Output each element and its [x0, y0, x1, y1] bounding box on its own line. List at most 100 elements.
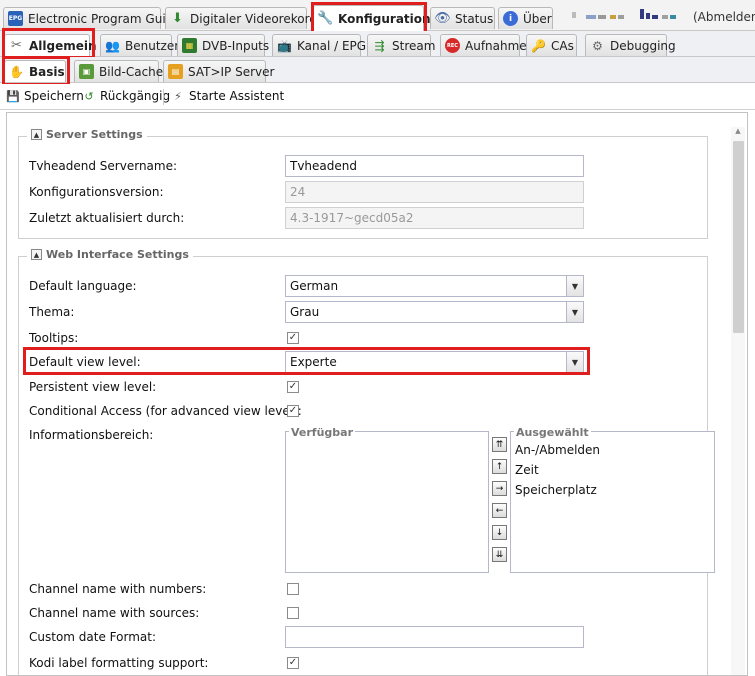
server-settings-fieldset: ▲ Server Settings Tvheadend Servername: …	[18, 128, 708, 239]
rec-icon: REC	[445, 38, 460, 53]
tab-dvr[interactable]: ⬇ Digitaler Videorekorder	[165, 7, 329, 29]
eye-icon: 👁	[434, 11, 451, 26]
viewlevel-label: Default view level:	[29, 355, 141, 369]
settings-panel: ▲ Server Settings Tvheadend Servername: …	[6, 112, 748, 676]
tools-icon: ✂	[11, 38, 22, 53]
undo-button[interactable]: ↺ Rückgängig	[82, 89, 170, 103]
move-down-button[interactable]: ↓	[492, 525, 507, 540]
save-label: Speichern	[24, 89, 84, 103]
tab-label: Bild-Cache	[99, 64, 164, 79]
dateformat-label: Custom date Format:	[29, 630, 156, 644]
configversion-field: 24	[285, 181, 584, 203]
tab-label: CAs	[551, 38, 574, 53]
hand-icon: ✋	[9, 64, 24, 79]
tab-satip[interactable]: ▤ SAT>IP Server	[163, 60, 274, 82]
dateformat-input[interactable]	[285, 626, 584, 648]
tab-benutzer[interactable]: 👥 Benutzer	[100, 34, 179, 56]
remove-left-button[interactable]: ←	[492, 503, 507, 518]
save-button[interactable]: 💾 Speichern	[6, 89, 84, 103]
tab-label: Stream	[392, 38, 436, 53]
tab-label: Debugging	[610, 38, 676, 53]
persistent-label: Persistent view level:	[29, 380, 157, 394]
main-tab-bar: EPG Electronic Program Guide ⬇ Digitaler…	[0, 0, 755, 31]
tab-allgemein[interactable]: ✂ Allgemein	[4, 34, 97, 56]
tab-stream[interactable]: ⇶ Stream	[367, 34, 435, 56]
theme-select[interactable]: Grau ▼	[285, 301, 584, 323]
list-item[interactable]: Speicherplatz	[515, 483, 597, 497]
add-right-button[interactable]: →	[492, 481, 507, 496]
logout-link[interactable]: (Abmelden)	[693, 10, 755, 24]
tab-ueber[interactable]: i Über	[498, 7, 553, 29]
download-icon: ⬇	[172, 11, 183, 26]
tab-konfiguration[interactable]: 🔧 Konfiguration	[313, 5, 431, 31]
updatedby-field: 4.3-1917~gecd05a2	[285, 207, 584, 229]
kodi-checkbox[interactable]: ✓	[287, 657, 299, 669]
move-up-button[interactable]: ↑	[492, 459, 507, 474]
configversion-label: Konfigurationsversion:	[29, 185, 164, 199]
kodi-label: Kodi label formatting support:	[29, 656, 209, 670]
stream-icon: ⇶	[374, 38, 385, 53]
tab-label: Electronic Program Guide	[28, 11, 181, 26]
move-top-button[interactable]: ⇈	[492, 437, 507, 452]
server-settings-legend[interactable]: ▲ Server Settings	[27, 128, 147, 141]
tab-epg[interactable]: EPG Electronic Program Guide	[3, 7, 181, 29]
chevron-down-icon[interactable]: ▼	[566, 302, 583, 322]
tab-label: DVB-Inputs	[202, 38, 270, 53]
scroll-up-icon[interactable]: ▲	[731, 127, 745, 139]
list-item[interactable]: An-/Abmelden	[515, 443, 600, 457]
wrench-icon: 🔧	[317, 11, 334, 26]
ca-label: Conditional Access (for advanced view le…	[29, 404, 302, 418]
tab-label: Über	[523, 11, 552, 26]
tab-label: Status	[455, 11, 494, 26]
chevron-down-icon[interactable]: ▼	[566, 352, 583, 372]
chnum-checkbox[interactable]	[287, 583, 299, 595]
tooltips-checkbox[interactable]: ✓	[287, 332, 299, 344]
web-settings-legend[interactable]: ▲ Web Interface Settings	[27, 248, 193, 261]
language-select[interactable]: German ▼	[285, 275, 584, 297]
tab-bild-cache[interactable]: ▣ Bild-Cache	[74, 60, 163, 82]
chsrc-checkbox[interactable]	[287, 607, 299, 619]
tab-status[interactable]: 👁 Status	[430, 7, 495, 29]
chevron-down-icon[interactable]: ▼	[566, 276, 583, 296]
wizard-button[interactable]: ⚡ Starte Assistent	[171, 89, 284, 103]
tab-aufnahme[interactable]: REC Aufnahme	[440, 34, 527, 56]
tab-label: Digitaler Videorekorder	[190, 11, 330, 26]
satip-icon: ▤	[168, 64, 183, 79]
info-area-label: Informationsbereich:	[29, 428, 154, 442]
progress-bars	[572, 9, 680, 23]
tab-cas[interactable]: 🔑 CAs	[526, 34, 577, 56]
tab-debugging[interactable]: ⚙ Debugging	[585, 34, 676, 56]
key-icon: 🔑	[531, 38, 546, 53]
undo-icon: ↺	[84, 89, 94, 103]
sub-tab-bar: ✂ Allgemein 👥 Benutzer ▦ DVB-Inputs 📺 Ka…	[0, 31, 755, 57]
tab-label: Benutzer	[125, 38, 180, 53]
tab-kanal-epg[interactable]: 📺 Kanal / EPG	[272, 34, 366, 56]
third-tab-bar: ✋ Basis ▣ Bild-Cache ▤ SAT>IP Server	[0, 57, 755, 83]
vertical-scrollbar[interactable]: ▲	[731, 127, 745, 675]
tab-label: Allgemein	[29, 38, 97, 53]
undo-label: Rückgängig	[100, 89, 171, 103]
move-bottom-button[interactable]: ⇊	[492, 547, 507, 562]
ca-checkbox[interactable]: ✓	[287, 405, 299, 417]
persistent-checkbox[interactable]: ✓	[287, 381, 299, 393]
toolbar-divider	[163, 89, 164, 105]
viewlevel-select[interactable]: Experte ▼	[285, 351, 584, 373]
list-item[interactable]: Zeit	[515, 463, 539, 477]
wizard-label: Starte Assistent	[189, 89, 285, 103]
bug-icon: ⚙	[592, 38, 603, 53]
info-icon: i	[503, 11, 518, 26]
tab-label: Basis	[29, 64, 65, 79]
tab-dvb-inputs[interactable]: ▦ DVB-Inputs	[177, 34, 269, 56]
tab-label: Konfiguration	[338, 11, 431, 26]
scroll-thumb[interactable]	[733, 141, 744, 333]
web-settings-fieldset: ▲ Web Interface Settings Default languag…	[18, 248, 715, 675]
selected-list[interactable]: Ausgewählt An-/Abmelden Zeit Speicherpla…	[510, 426, 715, 573]
floppy-icon: 💾	[6, 89, 20, 103]
servername-input[interactable]: Tvheadend	[285, 155, 584, 177]
available-list[interactable]: Verfügbar	[285, 426, 489, 573]
tab-label: Kanal / EPG	[297, 38, 367, 53]
toolbar: 💾 Speichern ↺ Rückgängig ⚡ Starte Assist…	[0, 84, 755, 110]
collapse-icon[interactable]: ▲	[31, 249, 42, 260]
tab-basis[interactable]: ✋ Basis	[4, 60, 66, 82]
collapse-icon[interactable]: ▲	[31, 129, 42, 140]
